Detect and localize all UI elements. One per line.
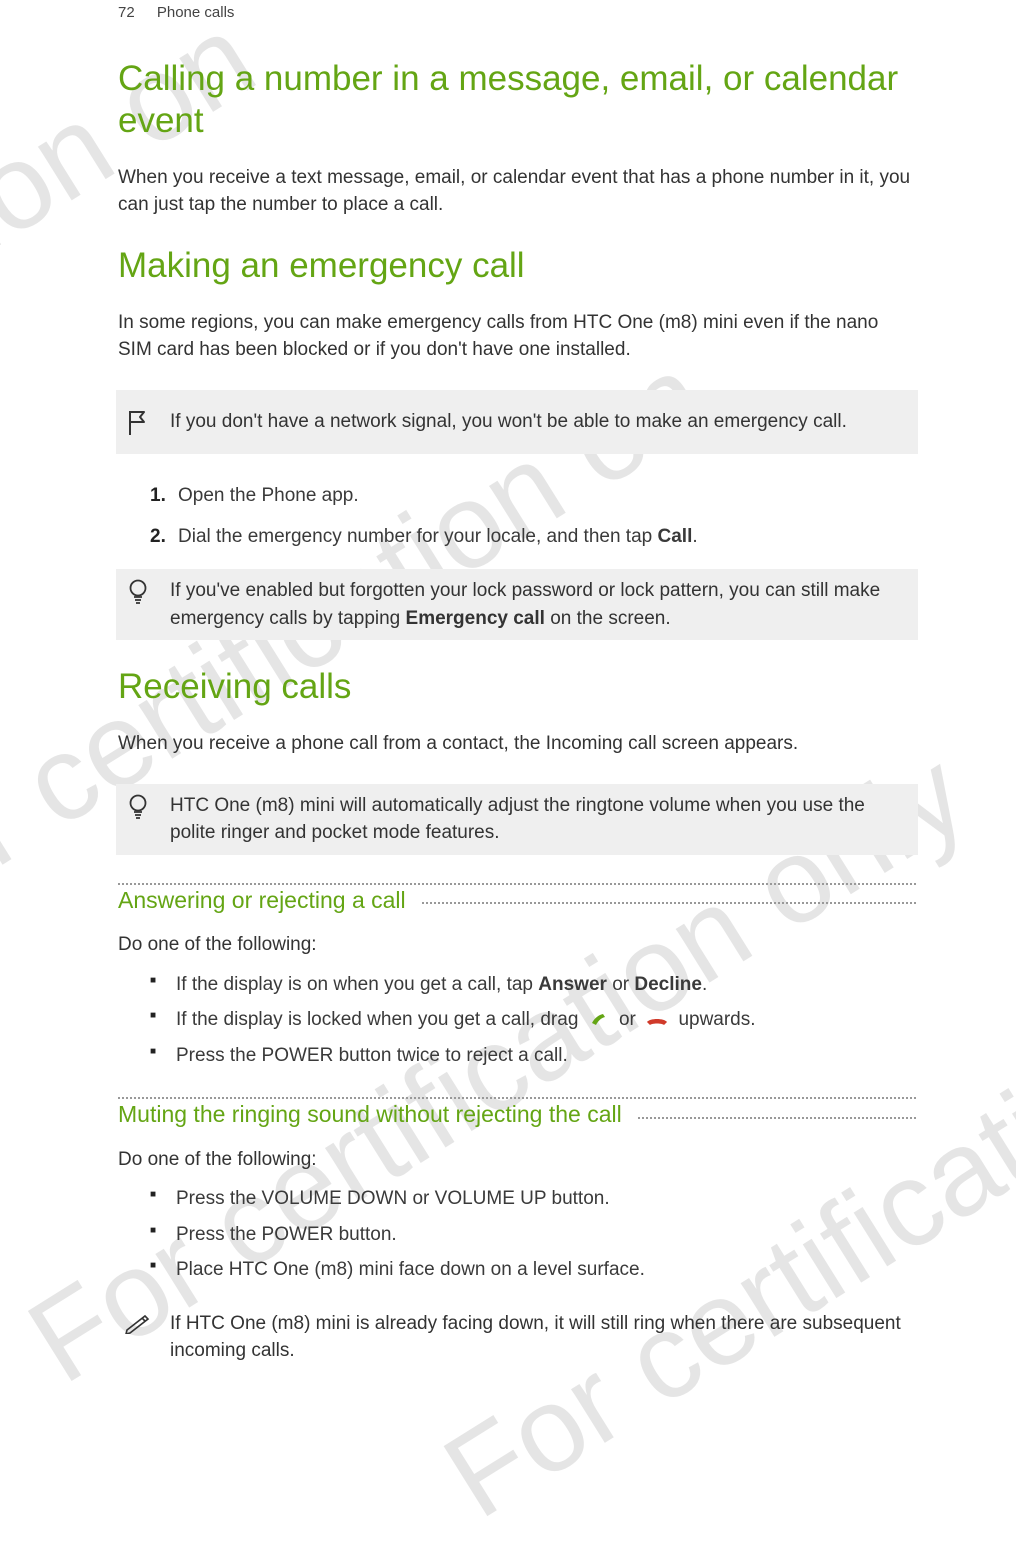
tip-text: If you've enabled but forgotten your loc…: [170, 577, 910, 632]
list-item: Press the POWER button.: [150, 1221, 916, 1249]
tip-note: If you've enabled but forgotten your loc…: [116, 569, 918, 640]
pencil-icon: [124, 1310, 152, 1334]
body-text: When you receive a phone call from a con…: [118, 730, 916, 758]
lightbulb-icon: [124, 577, 152, 605]
bullet-list: If the display is on when you get a call…: [118, 971, 916, 1070]
sub-heading-title: Answering or rejecting a call: [118, 884, 412, 917]
body-text: Do one of the following:: [118, 931, 916, 959]
running-header: 72 Phone calls: [118, 0, 916, 24]
page-number: 72: [118, 4, 135, 21]
heading-calling-number: Calling a number in a message, email, or…: [118, 58, 916, 142]
tip-text: HTC One (m8) mini will automatically adj…: [170, 792, 910, 847]
phone-answer-icon: [588, 1010, 610, 1028]
step-number: 1.: [150, 482, 166, 510]
sub-heading: Answering or rejecting a call: [118, 883, 916, 917]
step-number: 2.: [150, 523, 166, 551]
list-item: Place HTC One (m8) mini face down on a l…: [150, 1256, 916, 1284]
list-item: If the display is on when you get a call…: [150, 971, 916, 999]
step-item: 2. Dial the emergency number for your lo…: [150, 523, 916, 551]
list-item: Press the VOLUME DOWN or VOLUME UP butto…: [150, 1185, 916, 1213]
body-text: When you receive a text message, email, …: [118, 164, 916, 219]
list-item: Press the POWER button twice to reject a…: [150, 1042, 916, 1070]
phone-decline-icon: [645, 1012, 669, 1028]
heading-emergency-call: Making an emergency call: [118, 245, 916, 287]
header-section: Phone calls: [157, 4, 235, 21]
list-item: If the display is locked when you get a …: [150, 1006, 916, 1034]
warning-note: If you don't have a network signal, you …: [116, 390, 918, 454]
flag-icon: [124, 408, 152, 436]
body-text: In some regions, you can make emergency …: [118, 309, 916, 364]
bullet-list: Press the VOLUME DOWN or VOLUME UP butto…: [118, 1185, 916, 1284]
warning-text: If you don't have a network signal, you …: [170, 408, 910, 436]
tip-note: HTC One (m8) mini will automatically adj…: [116, 784, 918, 855]
body-text: Do one of the following:: [118, 1146, 916, 1174]
sub-heading: Muting the ringing sound without rejecti…: [118, 1097, 916, 1131]
heading-receiving-calls: Receiving calls: [118, 666, 916, 708]
steps-list: 1. Open the Phone app. 2. Dial the emerg…: [118, 482, 916, 551]
note-text: If HTC One (m8) mini is already facing d…: [170, 1310, 910, 1365]
step-item: 1. Open the Phone app.: [150, 482, 916, 510]
step-text: Dial the emergency number for your local…: [178, 526, 698, 547]
step-text: Open the Phone app.: [178, 485, 359, 506]
lightbulb-icon: [124, 792, 152, 820]
sub-heading-title: Muting the ringing sound without rejecti…: [118, 1098, 628, 1131]
info-note: If HTC One (m8) mini is already facing d…: [116, 1302, 918, 1373]
